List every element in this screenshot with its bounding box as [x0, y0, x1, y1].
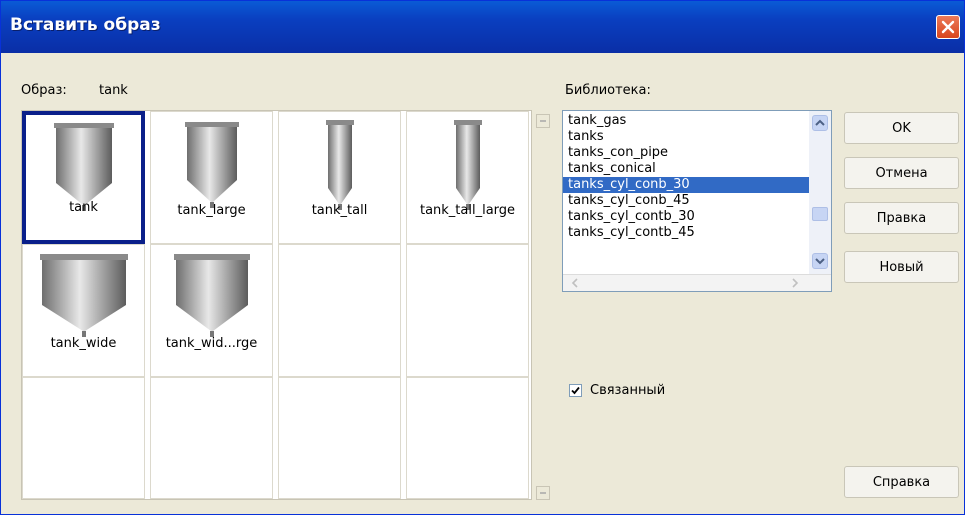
chevron-up-icon — [815, 119, 825, 126]
thumbnail-empty[interactable] — [406, 244, 529, 377]
thumbnail-tank-tall[interactable]: tank_tall — [278, 111, 401, 244]
thumbnail-caption: tank_tall — [311, 203, 368, 218]
image-thumbnail-grid: tank tank_large tank_tall tank_tall_larg… — [21, 110, 532, 500]
ok-button[interactable]: OK — [844, 112, 959, 144]
library-item[interactable]: tanks — [563, 129, 809, 145]
chevron-right-icon — [792, 278, 799, 288]
dialog-body: Образ: tank tank tank_large tank_tall ta… — [1, 53, 964, 514]
library-list[interactable]: tank_gas tanks tanks_con_pipe tanks_coni… — [562, 110, 832, 292]
help-button[interactable]: Справка — [844, 466, 959, 498]
tank-large-icon — [184, 122, 239, 208]
new-button[interactable]: Новый — [844, 251, 959, 283]
scroll-up-button[interactable] — [536, 114, 550, 128]
thumbnail-caption: tank_wide — [50, 336, 117, 351]
scroll-down-button[interactable] — [812, 253, 828, 269]
thumbnail-empty[interactable] — [22, 377, 145, 499]
insert-image-dialog: Вставить образ Образ: tank tank tank_lar… — [0, 0, 965, 515]
close-icon — [941, 20, 955, 34]
library-item[interactable]: tanks_cyl_contb_30 — [563, 209, 809, 225]
thumbnail-empty[interactable] — [406, 377, 529, 499]
scroll-thumb[interactable] — [812, 207, 828, 221]
tank-tall-large-icon — [453, 120, 482, 210]
scroll-down-button[interactable] — [536, 486, 550, 500]
library-item[interactable]: tanks_con_pipe — [563, 145, 809, 161]
tank-wide-large-icon — [173, 254, 250, 337]
thumbnail-tank-wide-large[interactable]: tank_wid...rge — [150, 244, 273, 377]
thumbnail-tank-tall-large[interactable]: tank_tall_large — [406, 111, 529, 244]
library-label: Библиотека: — [565, 83, 651, 98]
linked-checkbox[interactable]: Связанный — [569, 383, 665, 398]
thumbnail-caption: tank — [69, 200, 98, 215]
chevron-left-icon — [571, 278, 578, 288]
minus-icon — [540, 492, 546, 494]
checkbox-box[interactable] — [569, 384, 582, 397]
grid-scrollbar[interactable] — [536, 110, 550, 500]
thumbnail-empty[interactable] — [278, 377, 401, 499]
thumbnail-tank-large[interactable]: tank_large — [150, 111, 273, 244]
library-item-selected[interactable]: tanks_cyl_conb_30 — [563, 177, 809, 193]
library-item[interactable]: tanks_cyl_contb_45 — [563, 225, 809, 241]
checkmark-icon — [571, 386, 580, 395]
image-label: Образ: — [21, 83, 67, 98]
thumbnail-empty[interactable] — [278, 244, 401, 377]
library-list-scrollbar[interactable] — [809, 111, 831, 275]
thumbnail-empty[interactable] — [150, 377, 273, 499]
thumbnail-caption: tank_large — [177, 203, 246, 218]
thumbnail-caption: tank_tall_large — [419, 203, 516, 218]
chevron-down-icon — [815, 258, 825, 265]
tank-wide-icon — [39, 254, 128, 337]
linked-checkbox-label: Связанный — [590, 383, 666, 398]
thumbnail-caption: tank_wid...rge — [165, 336, 258, 351]
title-bar: Вставить образ — [1, 1, 964, 53]
edit-button[interactable]: Правка — [844, 202, 959, 234]
library-item[interactable]: tank_gas — [563, 113, 809, 129]
thumbnail-tank[interactable]: tank — [22, 111, 145, 244]
cancel-button[interactable]: Отмена — [844, 157, 959, 189]
library-horizontal-scrollbar[interactable] — [563, 274, 831, 291]
dialog-title: Вставить образ — [10, 15, 161, 35]
library-item[interactable]: tanks_cyl_conb_45 — [563, 193, 809, 209]
scroll-up-button[interactable] — [812, 115, 828, 131]
thumbnail-tank-wide[interactable]: tank_wide — [22, 244, 145, 377]
tank-tall-icon — [325, 120, 354, 210]
image-name-value: tank — [99, 83, 128, 98]
close-button[interactable] — [936, 15, 960, 39]
minus-icon — [540, 120, 546, 122]
library-item[interactable]: tanks_conical — [563, 161, 809, 177]
